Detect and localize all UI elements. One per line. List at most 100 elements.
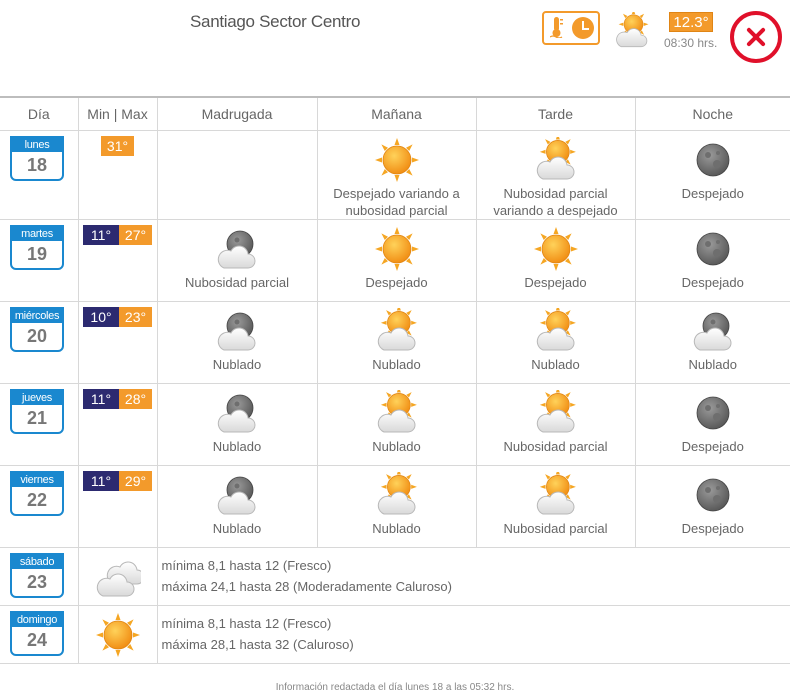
close-button[interactable] — [730, 11, 782, 63]
current-time: 08:30 hrs. — [664, 36, 718, 50]
day-number: 21 — [26, 407, 48, 428]
period-cell: Despejado — [634, 464, 790, 548]
max-temp: 27° — [119, 224, 152, 245]
temperature-clock-icon[interactable] — [542, 11, 600, 45]
condition-label: Despejado — [365, 274, 428, 290]
period-cell: Despejado — [634, 218, 790, 302]
condition-label: Despejado — [681, 274, 744, 290]
clouds-icon — [95, 554, 141, 600]
period-cell: Nublado — [634, 300, 790, 384]
day-cell: jueves 21 — [0, 382, 79, 466]
period-cell: Nublado — [156, 464, 318, 548]
date-badge: sábado 23 — [10, 552, 64, 598]
condition-label: Nublado — [372, 438, 421, 454]
table-row: sábado 23 mínima 8,1 hasta 12 (Fresco) máxi… — [0, 546, 790, 606]
table-row: miércoles 20 10° 23° Nublado Nublado Nublado Nu… — [0, 300, 790, 384]
period-cell: Despejado variando a nubosidad parcial — [316, 129, 477, 220]
moon-icon — [690, 390, 736, 436]
max-temp: 31° — [101, 135, 134, 156]
max-temp: 23° — [119, 306, 152, 327]
sun-cloud-icon — [374, 308, 420, 354]
date-badge: jueves 21 — [10, 388, 64, 434]
condition-label: Nublado — [531, 356, 580, 372]
period-cell: Nubosidad parcial — [475, 464, 636, 548]
table-row: martes 19 11° 27° Nubosidad parcial Despejado… — [0, 218, 790, 302]
moon-icon — [690, 137, 736, 183]
sun-cloud-icon — [533, 308, 579, 354]
min-range: mínima 8,1 hasta 12 (Fresco) — [161, 616, 332, 631]
condition-label: Nublado — [372, 520, 421, 536]
day-name: martes — [12, 226, 62, 241]
table-row: lunes 18 31° Despejado variando a nubosidad… — [0, 129, 790, 220]
date-badge: domingo 24 — [10, 610, 64, 656]
day-name: jueves — [12, 390, 62, 405]
max-range: máxima 24,1 hasta 28 (Moderadamente Calu… — [161, 579, 452, 594]
date-badge: viernes 22 — [10, 470, 64, 516]
period-cell: Despejado — [634, 382, 790, 466]
period-cell: Nublado — [316, 300, 477, 384]
table-row: domingo 24 mínima 8,1 hasta 12 (Fresco) máx… — [0, 604, 790, 664]
date-badge: martes 19 — [10, 224, 64, 270]
sun-cloud-icon — [374, 472, 420, 518]
period-cell: Nubosidad parcial — [156, 218, 318, 302]
moon-cloud-icon — [214, 308, 260, 354]
col-header-noche: Noche — [634, 96, 790, 131]
condition-label: Nublado — [212, 438, 262, 454]
moon-icon — [690, 472, 736, 518]
day-number: 20 — [26, 325, 48, 346]
condition-label: Nubosidad parcial — [184, 274, 290, 290]
sun-icon — [533, 226, 579, 272]
period-cell: Nublado — [156, 382, 318, 466]
moon-cloud-icon — [214, 226, 260, 272]
min-range: mínima 8,1 hasta 12 (Fresco) — [161, 558, 332, 573]
sun-icon — [374, 137, 420, 183]
day-number: 24 — [26, 629, 48, 650]
header: Santiago Sector Centro 12.3° 08:30 hrs. — [0, 0, 790, 96]
table-row: jueves 21 11° 28° Nublado Nublado Nubosidad pa… — [0, 382, 790, 466]
period-cell: Nublado — [316, 382, 477, 466]
sun-icon — [95, 612, 141, 658]
day-name: viernes — [12, 472, 62, 487]
period-cell: Despejado — [634, 129, 790, 220]
day-name: miércoles — [12, 308, 62, 323]
condition-label: Nublado — [372, 356, 421, 372]
moon-icon — [690, 226, 736, 272]
period-cell — [156, 129, 318, 220]
period-cell: Nubosidad parcial — [475, 382, 636, 466]
day-cell: martes 19 — [0, 218, 79, 302]
partly-cloudy-icon — [613, 12, 651, 50]
location-title: Santiago Sector Centro — [190, 12, 361, 31]
condition-label: Nubosidad parcial variando a despejado — [493, 185, 618, 218]
icon-cell — [77, 604, 158, 664]
sun-cloud-icon — [533, 472, 579, 518]
table-row: viernes 22 11° 29° Nublado Nublado Nubosidad p… — [0, 464, 790, 548]
sun-icon — [374, 226, 420, 272]
extended-description: mínima 8,1 hasta 12 (Fresco) máxima 28,1 … — [156, 604, 790, 664]
day-cell: lunes 18 — [0, 129, 79, 220]
min-temp: 11° — [83, 388, 119, 409]
min-temp: 10° — [83, 306, 119, 327]
minmax-cell: 11° 29° — [77, 464, 158, 548]
condition-label: Nubosidad parcial — [503, 520, 608, 536]
period-cell: Despejado — [475, 218, 636, 302]
condition-label: Nublado — [212, 520, 262, 536]
moon-cloud-icon — [690, 308, 736, 354]
table-header: Día Min | Max Madrugada Mañana Tarde Noc… — [0, 96, 790, 131]
col-header-minmax: Min | Max — [77, 96, 158, 131]
sun-cloud-icon — [374, 390, 420, 436]
day-name: domingo — [12, 612, 62, 627]
max-temp: 29° — [119, 470, 152, 491]
day-cell: sábado 23 — [0, 546, 79, 606]
moon-cloud-icon — [214, 390, 260, 436]
day-number: 23 — [26, 571, 48, 592]
max-temp: 28° — [119, 388, 152, 409]
col-header-tarde: Tarde — [475, 96, 636, 131]
extended-description: mínima 8,1 hasta 12 (Fresco) máxima 24,1 … — [156, 546, 790, 606]
condition-label: Nublado — [212, 356, 262, 372]
condition-label: Nublado — [688, 356, 737, 372]
min-temp: 11° — [83, 470, 119, 491]
period-cell: Despejado — [316, 218, 477, 302]
icon-cell — [77, 546, 158, 606]
condition-label: Despejado — [681, 520, 744, 536]
period-cell: Nublado — [475, 300, 636, 384]
